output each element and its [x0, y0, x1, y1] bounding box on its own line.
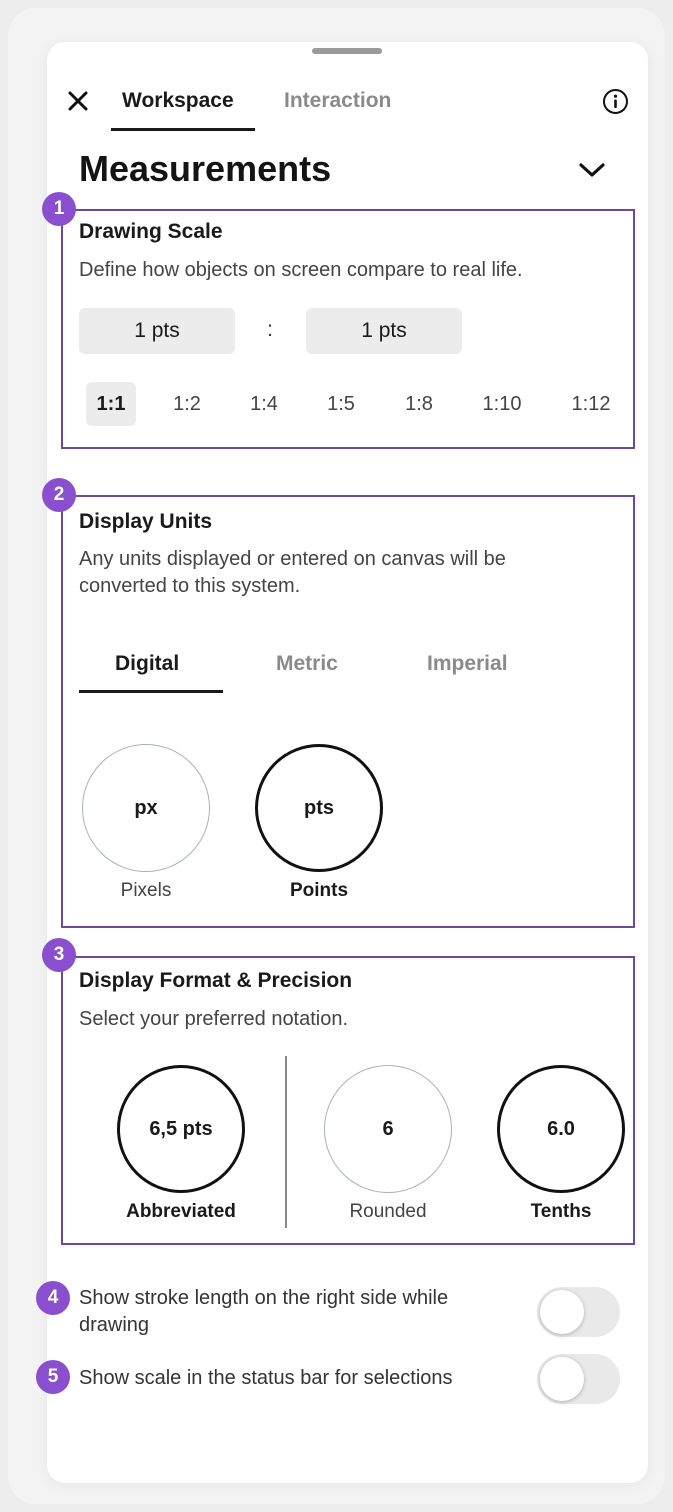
info-button[interactable]: [602, 88, 629, 115]
precision-option-label: Rounded: [349, 1201, 427, 1222]
tab-imperial[interactable]: Imperial: [427, 650, 508, 678]
ratio-option[interactable]: 1:8: [396, 382, 442, 426]
toggle-label-status-bar-scale: Show scale in the status bar for selecti…: [79, 1367, 453, 1389]
unit-option-pixels[interactable]: px: [82, 744, 210, 872]
scale-separator: :: [267, 318, 273, 341]
unit-option-points[interactable]: pts: [255, 744, 383, 872]
option-divider: [285, 1056, 287, 1228]
section-description: Any units displayed or entered on canvas…: [79, 548, 506, 597]
format-option-abbreviated[interactable]: 6,5 pts: [117, 1065, 245, 1193]
ratio-option[interactable]: 1:4: [241, 382, 287, 426]
section-title: Display Units: [79, 510, 213, 533]
chevron-down-icon: [579, 163, 605, 177]
section-title: Drawing Scale: [79, 220, 223, 243]
section-description: Define how objects on screen compare to …: [79, 259, 523, 281]
section-title: Display Format & Precision: [79, 969, 353, 992]
precision-option-rounded[interactable]: 6: [324, 1065, 452, 1193]
collapse-button[interactable]: [576, 154, 608, 186]
ratio-option[interactable]: 1:5: [318, 382, 364, 426]
page-title: Measurements: [79, 148, 332, 189]
ratio-option[interactable]: 1:10: [474, 382, 530, 426]
tab-digital[interactable]: Digital: [115, 650, 179, 678]
active-unit-tab-indicator: [79, 690, 223, 693]
section-description: Select your preferred notation.: [79, 1008, 349, 1030]
ratio-option[interactable]: 1:12: [563, 382, 619, 426]
sheet-grabber[interactable]: [312, 48, 382, 54]
info-icon: [603, 89, 628, 114]
unit-option-label: Pixels: [120, 880, 172, 901]
scale-left-input[interactable]: 1 pts: [79, 308, 235, 354]
format-option-label: Abbreviated: [126, 1201, 236, 1222]
step-badge: 1: [42, 192, 76, 226]
toggle-knob: [540, 1357, 584, 1401]
unit-option-label: Points: [289, 880, 349, 901]
step-badge: 3: [42, 938, 76, 972]
close-button[interactable]: [63, 86, 93, 116]
toggle-label-stroke-length: Show stroke length on the right side whi…: [79, 1287, 449, 1336]
toggle-knob: [540, 1290, 584, 1334]
step-badge: 2: [42, 478, 76, 512]
precision-option-tenths[interactable]: 6.0: [497, 1065, 625, 1193]
step-badge: 5: [36, 1360, 70, 1394]
toggle-stroke-length[interactable]: [537, 1287, 620, 1337]
ratio-option[interactable]: 1:2: [164, 382, 210, 426]
toggle-status-bar-scale[interactable]: [537, 1354, 620, 1404]
tab-interaction[interactable]: Interaction: [284, 86, 391, 116]
precision-option-label: Tenths: [530, 1201, 592, 1222]
ratio-option[interactable]: 1:1: [86, 382, 136, 426]
scale-right-input[interactable]: 1 pts: [306, 308, 462, 354]
active-tab-indicator: [111, 128, 255, 131]
step-badge: 4: [36, 1281, 70, 1315]
tab-metric[interactable]: Metric: [276, 650, 338, 678]
close-icon: [68, 91, 88, 111]
tab-workspace[interactable]: Workspace: [122, 86, 234, 116]
